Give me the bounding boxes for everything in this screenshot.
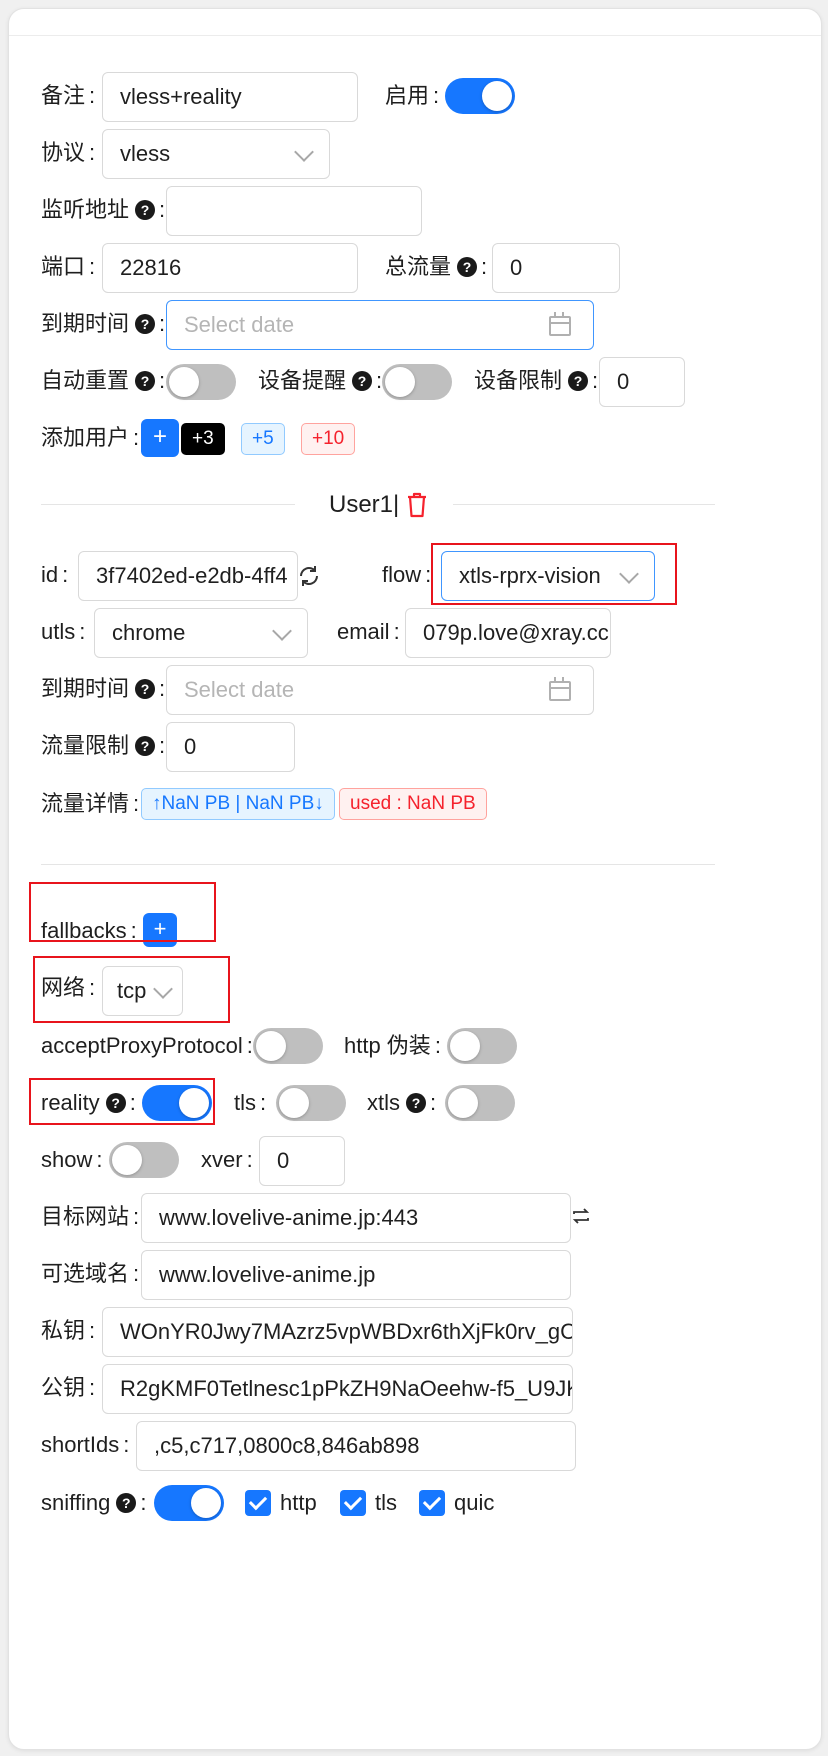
traffic-used-tag: used : NaN PB <box>339 788 487 820</box>
help-icon[interactable]: ? <box>135 736 156 756</box>
user-divider-left <box>41 504 295 505</box>
id-label: id: <box>41 562 69 587</box>
device-alert-label: 设备提醒?: <box>258 368 383 393</box>
http-disguise-label: http 伪装: <box>344 1033 441 1058</box>
auto-reset-switch[interactable] <box>166 364 236 400</box>
sniff-tls-checkbox[interactable] <box>340 1490 366 1516</box>
sniffing-switch[interactable] <box>154 1485 224 1521</box>
user-id-input[interactable]: 3f7402ed-e2db-4ff4 <box>78 551 298 601</box>
private-key-input[interactable]: WOnYR0Jwy7MAzrz5vpWBDxr6thXjFk0rv_gCH <box>102 1307 573 1357</box>
device-alert-switch[interactable] <box>382 364 452 400</box>
user-expiry-date-picker[interactable]: Select date <box>166 665 594 715</box>
help-icon[interactable]: ? <box>352 371 373 391</box>
port-label: 端口: <box>41 254 96 279</box>
enable-label: 启用: <box>385 83 440 108</box>
reality-highlight-box <box>29 1078 215 1125</box>
help-icon[interactable]: ? <box>457 257 478 277</box>
private-key-label: 私钥: <box>41 1318 96 1343</box>
help-icon[interactable]: ? <box>406 1093 426 1113</box>
listen-input[interactable] <box>166 186 422 236</box>
total-traffic-label: 总流量?: <box>385 254 488 279</box>
server-names-input[interactable]: www.lovelive-anime.jp <box>141 1250 571 1300</box>
help-icon[interactable]: ? <box>568 371 589 391</box>
traffic-limit-input[interactable]: 0 <box>166 722 295 772</box>
total-traffic-input[interactable]: 0 <box>492 243 620 293</box>
network-highlight-box <box>33 956 230 1023</box>
show-label: show: <box>41 1147 103 1172</box>
public-key-label: 公钥: <box>41 1375 96 1400</box>
xver-label: xver: <box>201 1147 253 1172</box>
expiry-label: 到期时间?: <box>41 311 166 336</box>
server-names-label: 可选域名: <box>41 1261 140 1286</box>
sniff-quic-checkbox[interactable] <box>419 1490 445 1516</box>
utls-select[interactable]: chrome <box>94 608 308 658</box>
add-10-users-tag[interactable]: +10 <box>301 423 356 455</box>
calendar-icon <box>549 677 571 701</box>
help-icon[interactable]: ? <box>135 679 156 699</box>
remark-input[interactable]: vless+reality <box>102 72 358 122</box>
sniff-tls-label: tls <box>375 1490 397 1515</box>
utls-label: utls: <box>41 619 86 644</box>
email-input[interactable]: 079p.love@xray.cc <box>405 608 611 658</box>
http-disguise-switch[interactable] <box>447 1028 517 1064</box>
accept-proxy-label: acceptProxyProtocol: <box>41 1033 253 1058</box>
flow-label: flow: <box>382 562 432 587</box>
swap-icon[interactable] <box>571 1206 591 1226</box>
device-limit-input[interactable]: 0 <box>599 357 685 407</box>
delete-user-icon[interactable] <box>407 492 427 518</box>
xver-input[interactable]: 0 <box>259 1136 345 1186</box>
dest-input[interactable]: www.lovelive-anime.jp:443 <box>141 1193 571 1243</box>
fallbacks-highlight-box <box>29 882 216 942</box>
header-divider <box>9 35 821 36</box>
flow-highlight-box <box>431 543 677 605</box>
help-icon[interactable]: ? <box>135 371 156 391</box>
tls-switch[interactable] <box>276 1085 346 1121</box>
refresh-icon[interactable] <box>297 564 321 588</box>
user-expiry-label: 到期时间?: <box>41 676 166 701</box>
help-icon[interactable]: ? <box>116 1493 137 1513</box>
xtls-label: xtls?: <box>367 1090 437 1115</box>
inbound-form-card: 备注: vless+reality 启用: 协议: vless 监听地址?: 端… <box>8 8 822 1750</box>
help-icon[interactable]: ? <box>135 200 156 220</box>
add-user-button[interactable]: + <box>141 419 179 457</box>
traffic-limit-label: 流量限制?: <box>41 733 166 758</box>
auto-reset-label: 自动重置?: <box>41 368 166 393</box>
add-5-users-tag[interactable]: +5 <box>241 423 285 455</box>
tls-label: tls: <box>234 1090 267 1115</box>
xtls-switch[interactable] <box>445 1085 515 1121</box>
short-ids-input[interactable]: ,c5,c717,0800c8,846ab898 <box>136 1421 576 1471</box>
sniff-http-checkbox[interactable] <box>245 1490 271 1516</box>
chevron-down-icon <box>294 142 314 162</box>
port-input[interactable]: 22816 <box>102 243 358 293</box>
show-switch[interactable] <box>109 1142 179 1178</box>
section-divider <box>41 864 715 865</box>
user-divider-right <box>453 504 715 505</box>
protocol-label: 协议: <box>41 140 96 165</box>
email-label: email: <box>337 619 400 644</box>
help-icon[interactable]: ? <box>135 314 156 334</box>
public-key-input[interactable]: R2gKMF0Tetlnesc1pPkZH9NaOeehw-f5_U9JK( <box>102 1364 573 1414</box>
sniff-quic-label: quic <box>454 1490 495 1515</box>
dest-label: 目标网站: <box>41 1204 140 1229</box>
enable-switch[interactable] <box>445 78 515 114</box>
expiry-date-picker[interactable]: Select date <box>166 300 594 350</box>
traffic-detail-label: 流量详情: <box>41 791 140 816</box>
listen-label: 监听地址?: <box>41 197 166 222</box>
short-ids-label: shortIds: <box>41 1432 130 1457</box>
device-limit-label: 设备限制?: <box>474 368 599 393</box>
sniffing-label: sniffing?: <box>41 1490 147 1515</box>
user-title: User1| <box>329 491 400 518</box>
protocol-select[interactable]: vless <box>102 129 330 179</box>
chevron-down-icon <box>272 621 292 641</box>
traffic-updown-tag: ↑NaN PB | NaN PB↓ <box>141 788 335 820</box>
calendar-icon <box>549 312 571 336</box>
remark-label: 备注: <box>41 83 96 108</box>
add-3-users-tag[interactable]: +3 <box>181 423 225 455</box>
accept-proxy-switch[interactable] <box>253 1028 323 1064</box>
add-user-label: 添加用户: <box>41 425 140 450</box>
sniff-http-label: http <box>280 1490 317 1515</box>
